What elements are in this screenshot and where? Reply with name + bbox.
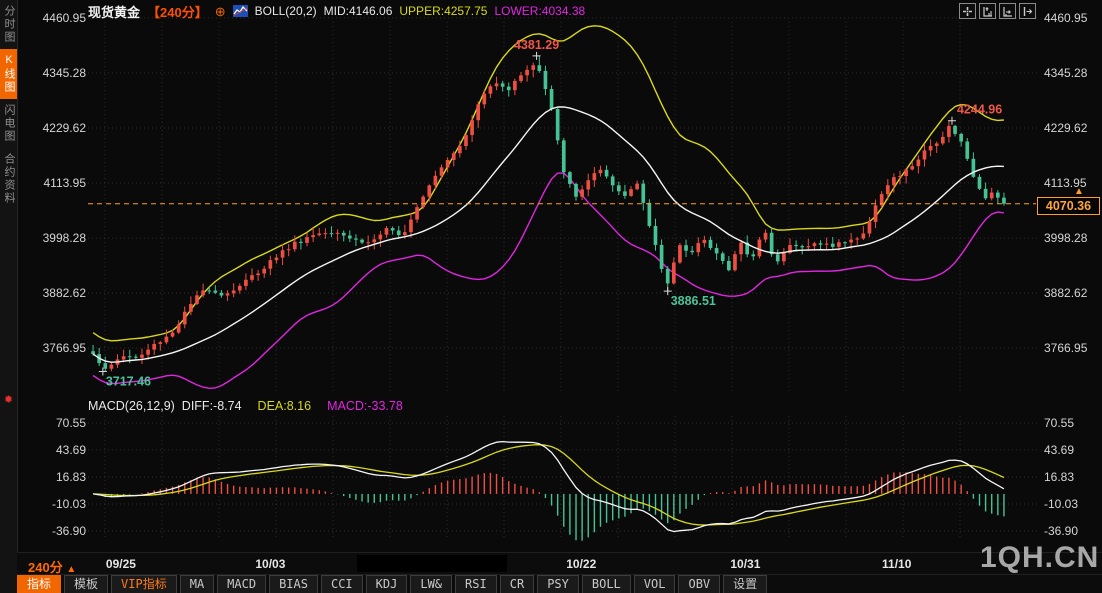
macd-tick-right: 70.55 [1044,416,1102,430]
macd-tick-right: 43.69 [1044,443,1102,457]
price-annotation: 3717.46 [106,375,151,389]
price-tick-right: 4229.62 [1044,121,1102,135]
price-tick-left: 3766.95 [16,341,86,355]
macd-tick-right: -10.03 [1044,497,1102,511]
price-annotation: 4381.29 [514,38,559,52]
price-tick-left: 4229.62 [16,121,86,135]
price-tick-left: 4460.95 [16,11,86,25]
period-tag[interactable]: 【240分】 [147,2,208,21]
macd-tick-left: -10.03 [16,497,86,511]
kline-chart-canvas[interactable]: 3717.46 4381.29 3886.51 4244.96 [0,0,1102,593]
boll-mid-value: MID:4146.06 [324,4,393,18]
redacted-box [357,555,507,572]
macd-tick-right: 16.83 [1044,470,1102,484]
toolbar-button-RSI[interactable]: RSI [455,575,497,593]
price-tick-right: 3882.62 [1044,286,1102,300]
toolbar-button-PSY[interactable]: PSY [537,575,579,593]
chart-tool-icons [959,3,1036,19]
boll-upper-value: UPPER:4257.75 [399,4,487,18]
toolbar-button-OBV[interactable]: OBV [678,575,720,593]
macd-tick-left: 70.55 [16,416,86,430]
macd-name-and-diff: MACD(26,12,9) DIFF:-8.74 [88,399,242,413]
sidebar-item-1[interactable]: K线图 [0,49,17,99]
price-annotation: 4244.96 [957,103,1002,117]
price-tick-left: 4113.95 [16,176,86,190]
price-tick-left: 3882.62 [16,286,86,300]
chart-style-icon[interactable] [233,5,248,17]
price-tick-right: 4460.95 [1044,11,1102,25]
toolbar-button-VIP指标[interactable]: VIP指标 [111,575,177,593]
last-price-arrow: ▲ [1074,186,1084,197]
price-tick-right: 3998.28 [1044,231,1102,245]
macd-tick-left: 43.69 [16,443,86,457]
axis-scale-right-icon[interactable] [999,3,1016,19]
axis-scale-up-icon[interactable] [979,3,996,19]
price-tick-left: 4345.28 [16,66,86,80]
macd-dea-value: DEA:8.16 [258,399,312,413]
toolbar-button-CR[interactable]: CR [500,575,534,593]
price-tick-right: 4345.28 [1044,66,1102,80]
date-label: 10/03 [255,557,285,571]
macd-tick-left: 16.83 [16,470,86,484]
macd-tick-left: -36.90 [16,524,86,538]
price-annotation: 3886.51 [671,294,716,308]
last-price-tag: 4070.36 [1037,197,1100,215]
chart-header: 现货黄金 【240分】 ⊕ BOLL(20,2) MID:4146.06 UPP… [88,3,585,19]
symbol-name: 现货黄金 [88,2,140,21]
sidebar-item-3[interactable]: 合约资料 [0,148,17,210]
toolbar-button-设置[interactable]: 设置 [723,575,767,593]
add-indicator-icon[interactable]: ⊕ [215,5,226,18]
toolbar-button-KDJ[interactable]: KDJ [366,575,408,593]
hot-icon: ✹ [2,394,15,407]
boll-label: BOLL(20,2) [255,4,317,18]
watermark: 1QH.CN [980,541,1099,575]
toolbar-button-BOLL[interactable]: BOLL [582,575,631,593]
toolbar-button-MA[interactable]: MA [180,575,214,593]
toolbar-button-VOL[interactable]: VOL [634,575,676,593]
sidebar-item-0[interactable]: 分时图 [0,0,17,49]
date-label: 10/31 [730,557,760,571]
crosshair-icon[interactable] [959,3,976,19]
date-label: 09/25 [106,557,136,571]
boll-lower-value: LOWER:4034.38 [494,4,585,18]
price-tick-right: 4113.95 [1044,176,1102,190]
macd-header: MACD(26,12,9) DIFF:-8.74 DEA:8.16 MACD:-… [88,399,403,413]
sidebar-item-2[interactable]: 闪电图 [0,99,17,148]
price-tick-right: 3766.95 [1044,341,1102,355]
indicator-toolbar: 指标模板VIP指标MAMACDBIASCCIKDJLW&RSICRPSYBOLL… [17,574,1102,593]
status-bar: 240分 ▲ 09/2510/0310/2210/3111/10 1QH.CN [17,552,1102,575]
toolbar-button-BIAS[interactable]: BIAS [269,575,318,593]
price-tick-left: 3998.28 [16,231,86,245]
toolbar-button-CCI[interactable]: CCI [321,575,363,593]
date-label: 11/10 [882,557,911,571]
macd-tick-right: -36.90 [1044,524,1102,538]
date-label: 10/22 [566,557,596,571]
toolbar-button-LW&[interactable]: LW& [410,575,452,593]
toolbar-button-MACD[interactable]: MACD [217,575,266,593]
trading-app-window: 3717.46 4381.29 3886.51 4244.96 分时图K线图闪电图合约… [0,0,1102,593]
toolbar-button-模板[interactable]: 模板 [64,575,108,593]
shift-right-icon[interactable] [1019,3,1036,19]
macd-macd-value: MACD:-33.78 [327,399,403,413]
toolbar-button-指标[interactable]: 指标 [17,575,61,593]
